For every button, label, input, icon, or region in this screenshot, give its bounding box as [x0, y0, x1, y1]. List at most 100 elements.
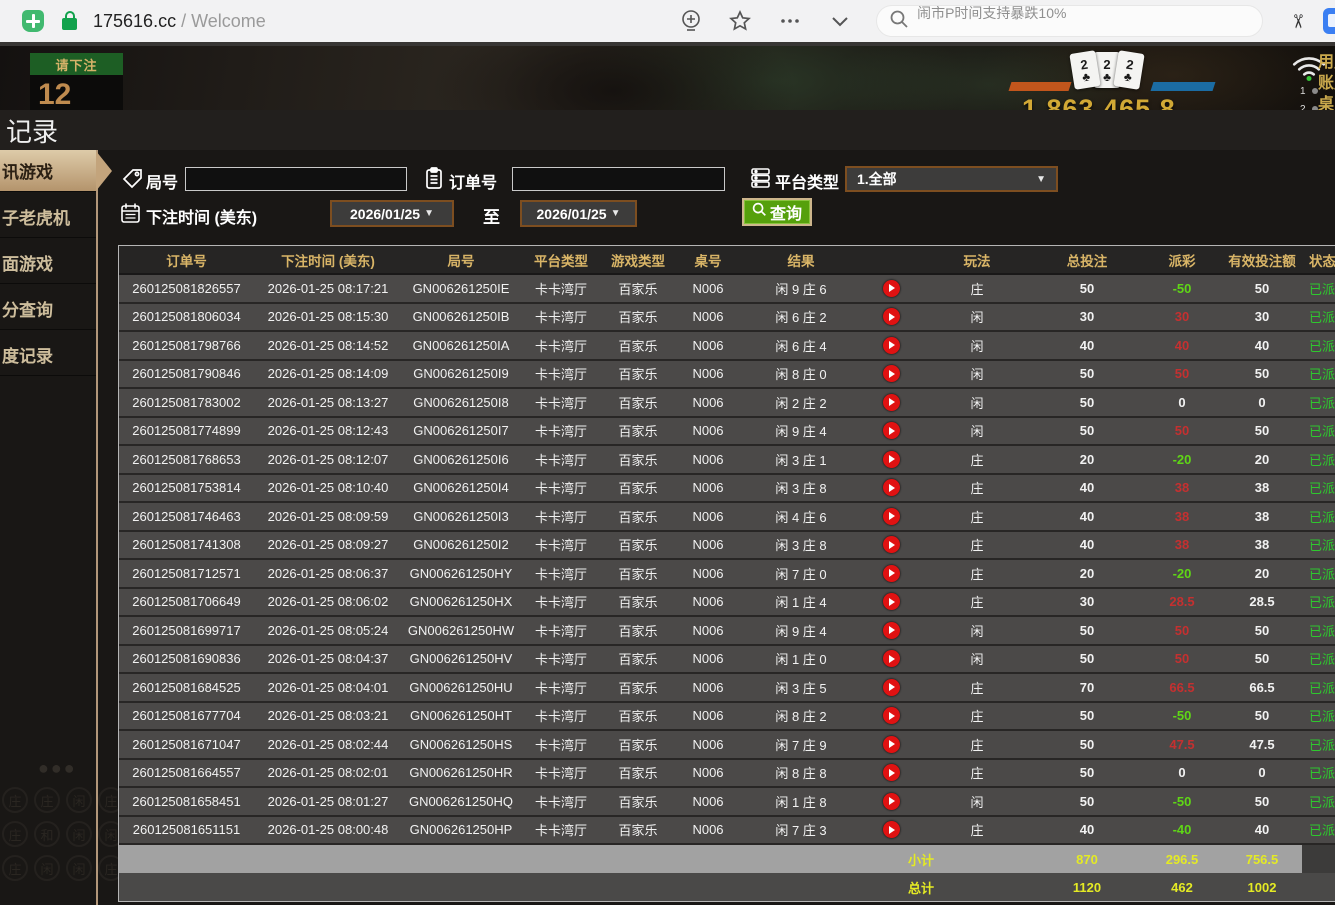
cell-platform: 卡卡湾厅 — [520, 646, 602, 673]
cell-game: 百家乐 — [602, 361, 674, 388]
play-video-icon[interactable] — [883, 593, 900, 610]
cell-valid_bet: 30 — [1222, 304, 1302, 331]
play-video-icon[interactable] — [883, 622, 900, 639]
cell-play: 庄 — [922, 703, 1032, 730]
play-video-icon[interactable] — [883, 365, 900, 382]
address-bar[interactable]: 175616.cc / Welcome — [93, 11, 266, 32]
adblock-shield-icon[interactable] — [22, 10, 44, 32]
play-triangle — [889, 655, 895, 663]
cell-status: 已派彩 — [1302, 532, 1335, 559]
play-video-icon[interactable] — [883, 565, 900, 582]
cell-round: GN006261250HR — [402, 760, 520, 787]
cell-total_bet: 50 — [1032, 788, 1142, 815]
cell-table_no: N006 — [674, 503, 742, 530]
order-number-input[interactable] — [512, 167, 725, 191]
date-to-value: 2026/01/25 — [537, 206, 607, 222]
more-options-icon[interactable] — [778, 9, 802, 33]
subtotal-row: 小计 870 296.5 756.5 — [119, 845, 1335, 873]
play-triangle — [889, 341, 895, 349]
cell-time: 2026-01-25 08:02:01 — [254, 760, 402, 787]
play-video-icon[interactable] — [883, 536, 900, 553]
play-video-icon[interactable] — [883, 679, 900, 696]
table-row: 2601250818265572026-01-25 08:17:21GN0062… — [119, 275, 1335, 304]
table-row: 2601250816997172026-01-25 08:05:24GN0062… — [119, 617, 1335, 646]
play-video-icon[interactable] — [883, 394, 900, 411]
cell-payout: 47.5 — [1142, 731, 1222, 758]
cell-game: 百家乐 — [602, 389, 674, 416]
bookmark-star-icon[interactable] — [728, 9, 752, 33]
sidebar-item-table-games[interactable]: 面游戏 — [0, 242, 96, 284]
ssl-lock-icon[interactable] — [62, 18, 77, 30]
dealt-cards: 2♣2♣2♣ — [1072, 52, 1142, 88]
banker-bar — [1009, 82, 1072, 91]
cell-total_bet: 40 — [1032, 332, 1142, 359]
play-video-icon[interactable] — [883, 308, 900, 325]
table-row: 2601250817987662026-01-25 08:14:52GN0062… — [119, 332, 1335, 361]
search-icon — [752, 202, 767, 222]
cell-play: 闲 — [922, 617, 1032, 644]
cell-round: GN006261250HQ — [402, 788, 520, 815]
grand-total-valid-bet: 1002 — [1222, 873, 1302, 901]
browser-search-field[interactable]: 闹市P时间支持暴跌10% — [876, 5, 1263, 37]
table-row: 2601250816710472026-01-25 08:02:44GN0062… — [119, 731, 1335, 760]
query-button[interactable]: 查询 — [742, 198, 812, 226]
cell-order: 260125081826557 — [119, 275, 254, 302]
cell-result: 闲 8 庄 2 — [742, 703, 860, 730]
play-triangle — [889, 797, 895, 805]
cell-round: GN006261250IE — [402, 275, 520, 302]
cell-order: 260125081699717 — [119, 617, 254, 644]
play-triangle — [889, 313, 895, 321]
cell-valid_bet: 20 — [1222, 446, 1302, 473]
subtotal-status-cell — [1302, 845, 1335, 873]
play-video-icon[interactable] — [883, 821, 900, 838]
roadmap-cell: 闲 — [66, 821, 92, 847]
grand-total-row: 总计 1120 462 1002 — [119, 873, 1335, 901]
play-video-icon[interactable] — [883, 764, 900, 781]
platform-select-value: 1.全部 — [857, 169, 897, 189]
reader-mode-icon[interactable] — [680, 9, 702, 33]
play-triangle — [889, 826, 895, 834]
date-from-select[interactable]: 2026/01/25 ▼ — [330, 200, 454, 227]
cell-round: GN006261250HP — [402, 817, 520, 844]
play-video-icon[interactable] — [883, 736, 900, 753]
table-row: 2601250816845252026-01-25 08:04:01GN0062… — [119, 674, 1335, 703]
play-video-icon[interactable] — [883, 280, 900, 297]
cell-platform: 卡卡湾厅 — [520, 817, 602, 844]
table-body: 2601250818265572026-01-25 08:17:21GN0062… — [119, 275, 1335, 845]
play-video-icon[interactable] — [883, 451, 900, 468]
round-number-input[interactable] — [185, 167, 407, 191]
cell-order: 260125081753814 — [119, 475, 254, 502]
cell-play: 庄 — [922, 817, 1032, 844]
cell-time: 2026-01-25 08:14:52 — [254, 332, 402, 359]
chevron-down-icon[interactable] — [828, 9, 852, 33]
cell-status: 已派彩 — [1302, 560, 1335, 587]
cell-total_bet: 50 — [1032, 760, 1142, 787]
cell-table_no: N006 — [674, 674, 742, 701]
play-video-icon[interactable] — [883, 479, 900, 496]
play-video-icon[interactable] — [883, 707, 900, 724]
cell-table_no: N006 — [674, 589, 742, 616]
play-video-icon[interactable] — [883, 422, 900, 439]
play-video-icon[interactable] — [883, 793, 900, 810]
cell-status: 已派彩 — [1302, 788, 1335, 815]
table-row: 2601250817125712026-01-25 08:06:37GN0062… — [119, 560, 1335, 589]
cell-round: GN006261250HS — [402, 731, 520, 758]
extension-app-icon[interactable] — [1323, 8, 1335, 34]
platform-select[interactable]: 1.全部 ▼ — [845, 166, 1058, 192]
roadmap-dots-icon: ●●● — [38, 758, 96, 779]
sidebar-item-credit-records[interactable]: 度记录 — [0, 334, 96, 376]
cell-total_bet: 50 — [1032, 418, 1142, 445]
date-to-select[interactable]: 2026/01/25 ▼ — [520, 200, 637, 227]
play-video-icon[interactable] — [883, 508, 900, 525]
cell-payout: 0 — [1142, 389, 1222, 416]
screenshot-scissors-icon[interactable]: ✂ — [1286, 13, 1309, 29]
cell-video — [860, 788, 922, 815]
play-video-icon[interactable] — [883, 337, 900, 354]
cell-result: 闲 7 庄 9 — [742, 731, 860, 758]
url-path: / Welcome — [176, 11, 266, 31]
play-triangle — [889, 626, 895, 634]
sidebar-item-points-query[interactable]: 分查询 — [0, 288, 96, 330]
cell-play: 庄 — [922, 446, 1032, 473]
play-video-icon[interactable] — [883, 650, 900, 667]
cell-order: 260125081746463 — [119, 503, 254, 530]
